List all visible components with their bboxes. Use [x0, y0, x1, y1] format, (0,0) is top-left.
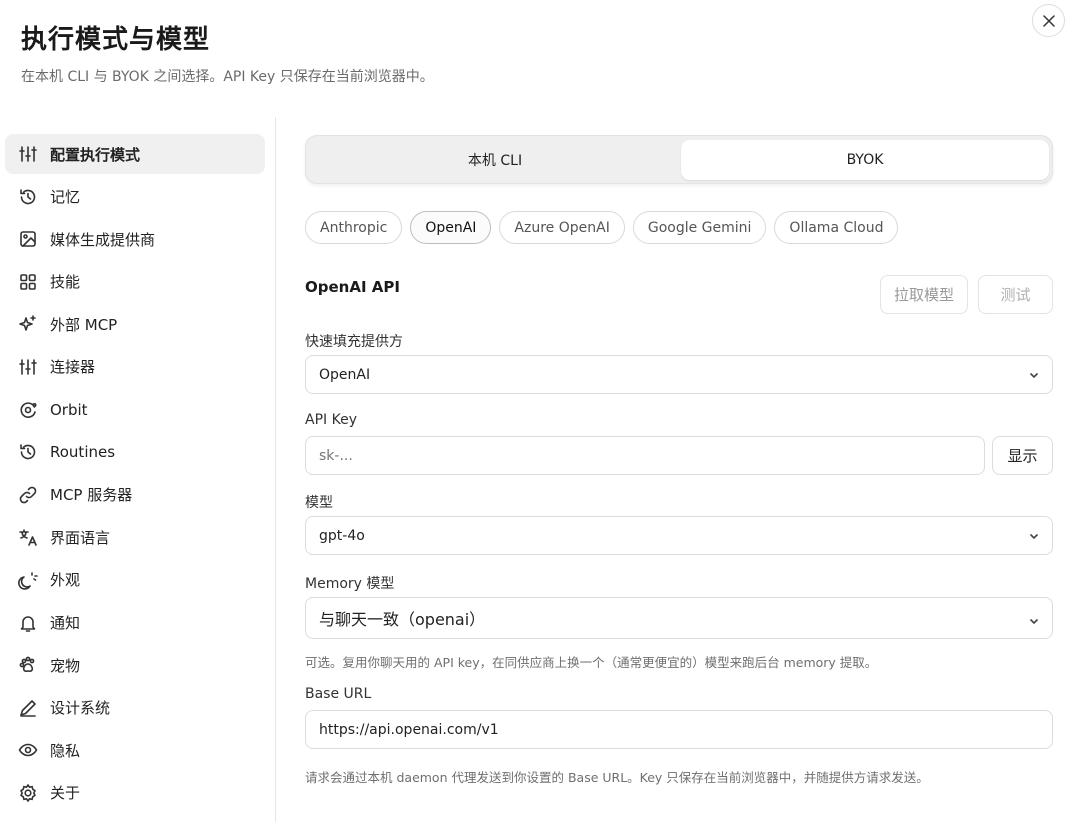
- provider-chip-azure-openai[interactable]: Azure OpenAI: [499, 211, 625, 244]
- pen-icon: [18, 698, 38, 718]
- provider-chip-openai[interactable]: OpenAI: [410, 211, 492, 244]
- sidebar-item-label: Routines: [50, 443, 116, 462]
- sidebar-item-about[interactable]: 关于: [5, 773, 265, 813]
- base-url-value: https://api.openai.com/v1: [319, 721, 499, 738]
- page-subtitle: 在本机 CLI 与 BYOK 之间选择。API Key 只保存在当前浏览器中。: [21, 69, 434, 85]
- pull-models-button[interactable]: 拉取模型: [880, 275, 968, 314]
- sidebar-item-skills[interactable]: 技能: [5, 262, 265, 302]
- sidebar-item-language[interactable]: 界面语言: [5, 517, 265, 557]
- memory-model-hint: 可选。复用你聊天用的 API key，在同供应商上换一个（通常更便宜的）模型来跑…: [305, 655, 878, 670]
- grid-icon: [18, 272, 38, 292]
- theme-icon: [18, 570, 38, 590]
- sidebar-item-connectors[interactable]: 连接器: [5, 347, 265, 387]
- memory-model-value: 与聊天一致（openai）: [319, 610, 486, 629]
- sliders-icon: [18, 144, 38, 164]
- sidebar-divider: [275, 117, 276, 822]
- sidebar-item-memory[interactable]: 记忆: [5, 177, 265, 217]
- sidebar-item-label: 界面语言: [50, 528, 111, 547]
- api-key-input[interactable]: [305, 436, 985, 475]
- close-icon: [1042, 14, 1055, 27]
- provider-chip-ollama-cloud[interactable]: Ollama Cloud: [774, 211, 899, 244]
- model-label: 模型: [305, 495, 333, 511]
- sidebar-item-privacy[interactable]: 隐私: [5, 730, 265, 770]
- quick-fill-value: OpenAI: [319, 366, 371, 383]
- test-button[interactable]: 测试: [978, 275, 1053, 314]
- sidebar-item-label: 宠物: [50, 656, 81, 675]
- provider-chip-anthropic[interactable]: Anthropic: [305, 211, 403, 244]
- show-key-button[interactable]: 显示: [992, 436, 1053, 475]
- sidebar-item-label: 配置执行模式: [50, 145, 141, 164]
- sidebar-item-mcp-server[interactable]: MCP 服务器: [5, 475, 265, 515]
- sidebar-item-appearance[interactable]: 外观: [5, 560, 265, 600]
- base-url-label: Base URL: [305, 686, 372, 702]
- quick-fill-select[interactable]: OpenAI: [305, 355, 1053, 394]
- chevron-down-icon: [1028, 530, 1040, 542]
- sidebar-item-label: 关于: [50, 784, 81, 803]
- mode-toggle: 本机 CLI BYOK: [305, 135, 1053, 184]
- sidebar-item-label: 记忆: [50, 188, 81, 207]
- quick-fill-label: 快速填充提供方: [305, 334, 403, 350]
- mode-option-local-cli[interactable]: 本机 CLI: [310, 140, 680, 180]
- sidebar-item-external-mcp[interactable]: 外部 MCP: [5, 304, 265, 344]
- base-url-input[interactable]: https://api.openai.com/v1: [305, 710, 1053, 749]
- orbit-icon: [18, 400, 38, 420]
- sidebar-item-label: 设计系统: [50, 699, 111, 718]
- history-icon: [18, 442, 38, 462]
- close-button[interactable]: [1032, 4, 1065, 37]
- memory-model-label: Memory 模型: [305, 576, 395, 592]
- model-value: gpt-4o: [319, 527, 365, 544]
- sidebar-item-label: 连接器: [50, 358, 96, 377]
- api-section-title: OpenAI API: [305, 278, 400, 296]
- chevron-down-icon: [1028, 369, 1040, 381]
- sidebar-item-label: 外部 MCP: [50, 315, 118, 334]
- sidebar: 配置执行模式 记忆 媒体生成提供商 技能 外部 MCP 连接器 Orbit Ro…: [5, 134, 265, 816]
- model-select[interactable]: gpt-4o: [305, 516, 1053, 555]
- sliders-icon: [18, 357, 38, 377]
- provider-chip-google-gemini[interactable]: Google Gemini: [632, 211, 767, 244]
- sidebar-item-label: 通知: [50, 614, 81, 633]
- eye-icon: [18, 740, 38, 760]
- mode-option-byok[interactable]: BYOK: [681, 140, 1049, 180]
- sidebar-item-label: 媒体生成提供商: [50, 230, 156, 249]
- memory-model-select[interactable]: 与聊天一致（openai）: [305, 597, 1053, 639]
- sidebar-item-execution-mode[interactable]: 配置执行模式: [5, 134, 265, 174]
- sidebar-item-media-providers[interactable]: 媒体生成提供商: [5, 219, 265, 259]
- sidebar-item-label: MCP 服务器: [50, 486, 133, 505]
- sidebar-item-label: 技能: [50, 273, 81, 292]
- page-title: 执行模式与模型: [21, 25, 211, 55]
- sidebar-item-orbit[interactable]: Orbit: [5, 390, 265, 430]
- sidebar-item-pets[interactable]: 宠物: [5, 645, 265, 685]
- translate-icon: [18, 527, 38, 547]
- sidebar-item-label: Orbit: [50, 400, 88, 419]
- gear-icon: [18, 783, 38, 803]
- provider-chips: Anthropic OpenAI Azure OpenAI Google Gem…: [305, 211, 906, 244]
- base-url-hint: 请求会通过本机 daemon 代理发送到你设置的 Base URL。Key 只保…: [305, 770, 929, 785]
- sidebar-item-routines[interactable]: Routines: [5, 432, 265, 472]
- sidebar-item-design-system[interactable]: 设计系统: [5, 688, 265, 728]
- image-icon: [18, 229, 38, 249]
- paw-icon: [18, 655, 38, 675]
- sparkle-icon: [18, 314, 38, 334]
- api-key-label: API Key: [305, 412, 357, 428]
- bell-icon: [18, 613, 38, 633]
- sidebar-item-notifications[interactable]: 通知: [5, 603, 265, 643]
- history-icon: [18, 187, 38, 207]
- sidebar-item-label: 外观: [50, 571, 81, 590]
- link-icon: [18, 485, 38, 505]
- chevron-down-icon: [1028, 612, 1040, 625]
- sidebar-item-label: 隐私: [50, 741, 81, 760]
